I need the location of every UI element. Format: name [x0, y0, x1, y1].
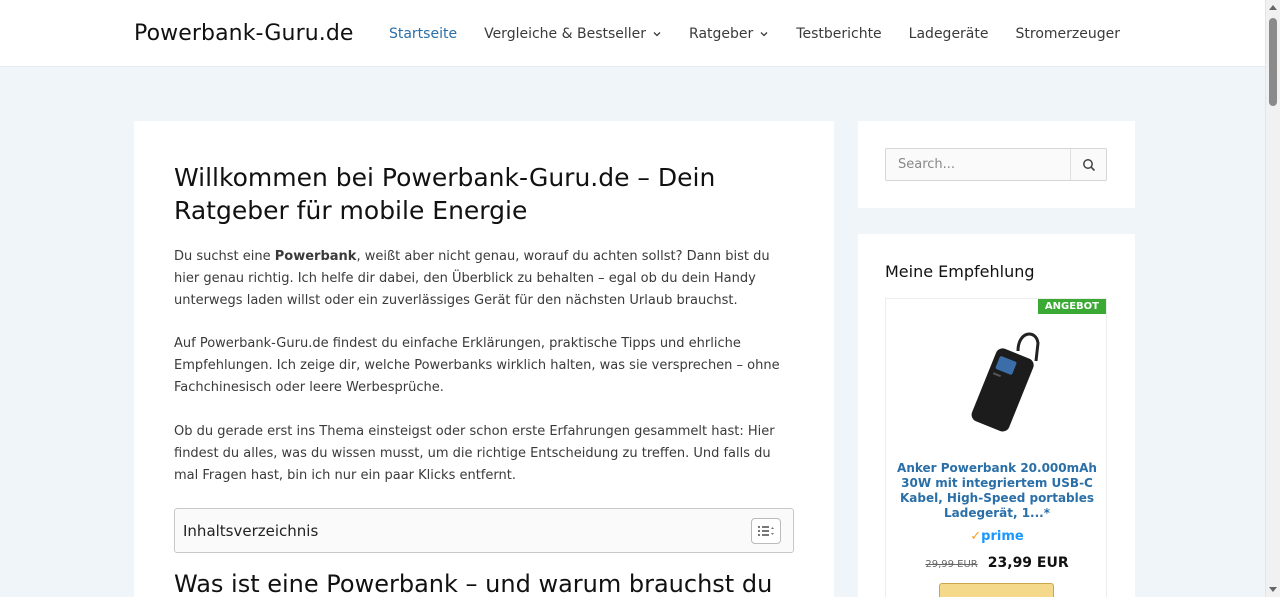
price-row: 29,99 EUR 23,99 EUR: [886, 555, 1108, 571]
prime-label: prime: [981, 529, 1024, 544]
site-logo[interactable]: Powerbank-Guru.de: [134, 21, 354, 46]
nav-item-label: Stromerzeuger: [1015, 25, 1121, 42]
chevron-down-icon: [760, 31, 768, 36]
nav-item-vergleiche[interactable]: Vergleiche & Bestseller: [484, 26, 662, 42]
nav-item-ladegeraete[interactable]: Ladegeräte: [909, 26, 989, 42]
scroll-up-arrow-icon[interactable]: [1269, 5, 1277, 10]
prime-badge: ✓prime: [886, 529, 1108, 544]
nav-item-label: Ratgeber: [689, 25, 754, 42]
recommendation-widget: Meine Empfehlung ANGEBOT Anker Powerbank…: [858, 234, 1135, 597]
search-input[interactable]: [886, 149, 1071, 180]
toc-toggle-button[interactable]: [751, 517, 781, 544]
search-button[interactable]: [1070, 149, 1106, 180]
nav-item-startseite[interactable]: Startseite: [389, 26, 457, 42]
old-price: 29,99 EUR: [925, 559, 978, 570]
nav-item-label: Ladegeräte: [908, 25, 989, 42]
product-box: ANGEBOT Anker Powerbank 20.000mAh 30W mi…: [885, 298, 1107, 597]
chevron-down-icon: [653, 31, 661, 36]
article-card: Willkommen bei Powerbank-Guru.de – Dein …: [134, 121, 834, 597]
search-icon: [1082, 158, 1095, 171]
intro-bold-keyword: Powerbank: [274, 249, 357, 264]
product-title-link[interactable]: Anker Powerbank 20.000mAh 30W mit integr…: [894, 461, 1100, 521]
recommendation-title: Meine Empfehlung: [885, 262, 1035, 281]
section-heading: Was ist eine Powerbank – und warum brauc…: [174, 570, 773, 597]
search-widget: [858, 121, 1135, 208]
scroll-down-arrow-icon[interactable]: [1269, 587, 1277, 592]
offer-badge: ANGEBOT: [1037, 299, 1106, 314]
page-scrollbar[interactable]: [1265, 0, 1280, 597]
paragraph-3: Ob du gerade erst ins Thema einsteigst o…: [174, 424, 775, 483]
nav-item-label: Vergleiche & Bestseller: [484, 25, 647, 42]
main-nav: Startseite Vergleiche & Bestseller Ratge…: [362, 0, 1120, 67]
prime-check-icon: ✓: [970, 529, 982, 544]
table-of-contents[interactable]: Inhaltsverzeichnis: [174, 508, 794, 553]
intro-text-start: Du suchst eine: [174, 249, 275, 264]
buy-button[interactable]: [939, 583, 1054, 597]
nav-item-label: Startseite: [388, 25, 458, 42]
powerbank-product-image[interactable]: [958, 321, 1048, 436]
toc-title: Inhaltsverzeichnis: [183, 521, 319, 540]
site-header: Powerbank-Guru.de Startseite Vergleiche …: [0, 0, 1265, 67]
nav-item-ratgeber[interactable]: Ratgeber: [689, 26, 769, 42]
current-price: 23,99 EUR: [987, 555, 1069, 571]
list-toggle-icon: [758, 525, 774, 536]
nav-item-testberichte[interactable]: Testberichte: [796, 26, 881, 42]
scroll-thumb[interactable]: [1269, 18, 1277, 106]
search-box: [885, 148, 1107, 181]
page-title: Willkommen bei Powerbank-Guru.de – Dein …: [174, 163, 716, 225]
nav-item-stromerzeuger[interactable]: Stromerzeuger: [1016, 26, 1121, 42]
nav-item-label: Testberichte: [796, 25, 882, 42]
intro-paragraph: Du suchst eine Powerbank, weißt aber nic…: [174, 246, 784, 312]
paragraph-2: Auf Powerbank-Guru.de findest du einfach…: [174, 336, 780, 395]
